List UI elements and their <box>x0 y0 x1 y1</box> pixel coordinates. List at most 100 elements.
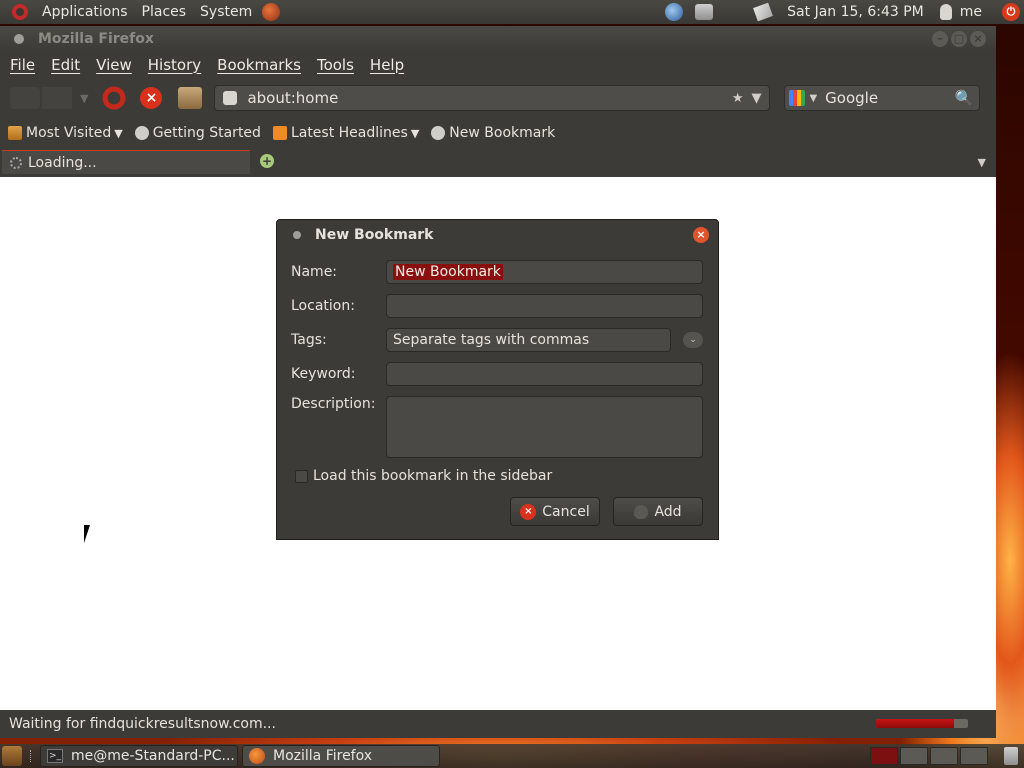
mail-indicator-icon[interactable] <box>753 2 774 22</box>
star-icon[interactable]: ★ <box>732 91 744 106</box>
user-menu[interactable]: me <box>960 4 982 20</box>
clock[interactable]: Sat Jan 15, 6:43 PM <box>787 4 924 20</box>
firefox-icon <box>249 748 265 764</box>
terminal-icon: >_ <box>47 749 63 763</box>
menu-view[interactable]: View <box>96 56 132 74</box>
name-field[interactable]: New Bookmark <box>386 260 703 284</box>
stop-button[interactable]: × <box>140 87 163 109</box>
tab-strip: Loading... + ▼ <box>0 148 996 174</box>
folder-icon <box>8 126 22 140</box>
url-text[interactable]: about:home <box>247 89 338 107</box>
menu-tools[interactable]: Tools <box>317 56 354 74</box>
bookmark-most-visited[interactable]: Most Visited ▼ <box>8 125 123 141</box>
tags-field[interactable]: Separate tags with commas <box>386 328 671 352</box>
taskbar-firefox[interactable]: Mozilla Firefox <box>242 745 440 767</box>
rss-icon <box>272 126 287 140</box>
window-controls: – □ × <box>932 30 986 47</box>
cancel-button-label: Cancel <box>542 503 590 520</box>
cancel-button[interactable]: × Cancel <box>510 497 600 526</box>
location-field[interactable] <box>386 294 703 318</box>
add-icon <box>634 504 649 519</box>
status-bar: Waiting for findquickresultsnow.com... <box>0 710 996 737</box>
dialog-title: New Bookmark <box>315 227 434 243</box>
workspace-3[interactable] <box>930 747 958 765</box>
menu-help[interactable]: Help <box>370 56 404 74</box>
sidebar-checkbox-label[interactable]: Load this bookmark in the sidebar <box>313 468 552 484</box>
description-label: Description: <box>291 396 376 412</box>
panel-handle[interactable] <box>30 750 32 762</box>
dialog-menu-icon[interactable] <box>293 231 301 239</box>
workspace-4[interactable] <box>960 747 988 765</box>
window-menu-icon[interactable] <box>14 33 24 44</box>
url-bar[interactable]: about:home ★ ▼ <box>214 85 771 111</box>
description-field[interactable] <box>386 396 703 458</box>
search-icon[interactable]: 🔍 <box>955 89 974 107</box>
bookmark-getting-started[interactable]: Getting Started <box>134 125 261 141</box>
workspace-2[interactable] <box>900 747 928 765</box>
trash-icon[interactable] <box>1004 747 1018 765</box>
search-engine-label[interactable]: Google <box>825 89 878 107</box>
mouse-cursor-icon <box>84 525 96 543</box>
tags-field-placeholder[interactable]: Separate tags with commas <box>393 332 589 348</box>
new-tab-icon[interactable]: + <box>260 154 274 168</box>
tags-label: Tags: <box>291 332 327 348</box>
workspace-1[interactable] <box>870 747 898 765</box>
sidebar-option[interactable]: Load this bookmark in the sidebar <box>295 468 552 484</box>
maximize-icon[interactable]: □ <box>951 30 967 47</box>
menu-applications[interactable]: Applications <box>42 4 128 20</box>
name-field-value[interactable]: New Bookmark <box>393 264 503 280</box>
menu-system[interactable]: System <box>200 4 252 20</box>
google-icon[interactable] <box>789 90 806 106</box>
url-dropdown-icon[interactable]: ▼ <box>751 91 761 106</box>
history-dropdown-icon[interactable]: ▼ <box>80 92 88 105</box>
reload-button[interactable] <box>102 86 127 110</box>
minimize-icon[interactable]: – <box>932 30 948 47</box>
navigation-toolbar: ▼ × about:home ★ ▼ ▼ Google 🔍 <box>0 78 996 118</box>
name-row: Name: New Bookmark <box>291 260 703 284</box>
status-text: Waiting for findquickresultsnow.com... <box>9 715 276 732</box>
power-icon[interactable]: ⏻ <box>1002 3 1020 21</box>
new-bookmark-dialog: New Bookmark × Name: New Bookmark Locati… <box>276 219 719 540</box>
task-label: me@me-Standard-PC... <box>71 748 235 764</box>
network-icon[interactable] <box>695 4 714 20</box>
bookmark-latest-headlines[interactable]: Latest Headlines ▼ <box>272 125 420 141</box>
home-button[interactable] <box>178 87 203 109</box>
search-bar[interactable]: ▼ Google 🔍 <box>784 85 981 111</box>
menu-file[interactable]: File <box>10 56 35 74</box>
bookmark-new-bookmark[interactable]: New Bookmark <box>431 125 555 141</box>
loading-spinner-icon <box>10 156 22 169</box>
menu-history[interactable]: History <box>148 56 201 74</box>
menu-bookmarks[interactable]: Bookmarks <box>217 56 301 74</box>
close-icon[interactable]: × <box>970 30 986 47</box>
location-label: Location: <box>291 298 355 314</box>
site-identity-icon[interactable] <box>223 91 238 105</box>
bookmarks-toolbar: Most Visited ▼ Getting Started Latest He… <box>0 118 996 148</box>
taskbar-terminal[interactable]: >_ me@me-Standard-PC... <box>40 745 238 767</box>
sidebar-checkbox[interactable] <box>295 469 308 483</box>
menu-places[interactable]: Places <box>142 4 187 20</box>
show-desktop-icon[interactable] <box>2 746 22 766</box>
tab-loading[interactable]: Loading... <box>2 150 250 174</box>
network-globe-icon[interactable] <box>665 3 684 21</box>
dropdown-arrow-icon: ▼ <box>410 126 420 140</box>
dialog-titlebar[interactable]: New Bookmark × <box>277 220 718 250</box>
bookmark-label: Latest Headlines <box>290 125 408 141</box>
panel-tray: Sat Jan 15, 6:43 PM me ⏻ <box>665 2 1024 22</box>
back-button[interactable] <box>10 87 40 109</box>
menu-edit[interactable]: Edit <box>51 56 80 74</box>
tab-list-dropdown-icon[interactable]: ▼ <box>978 156 986 169</box>
keyword-label: Keyword: <box>291 366 356 382</box>
add-button[interactable]: Add <box>613 497 703 526</box>
forward-button[interactable] <box>42 87 72 109</box>
search-engine-dropdown-icon[interactable]: ▼ <box>809 93 817 104</box>
url-bar-actions: ★ ▼ <box>732 91 762 106</box>
close-icon[interactable]: × <box>693 227 709 243</box>
window-titlebar[interactable]: Mozilla Firefox – □ × <box>0 26 996 51</box>
bottom-panel: >_ me@me-Standard-PC... Mozilla Firefox <box>0 744 1024 768</box>
ubuntu-logo-icon[interactable] <box>12 4 28 20</box>
workspace-switcher <box>870 747 988 765</box>
lightbulb-icon[interactable] <box>939 4 952 20</box>
tags-expander-icon[interactable]: ⌄ <box>683 332 703 348</box>
keyword-field[interactable] <box>386 362 703 386</box>
firefox-launcher-icon[interactable] <box>262 3 281 21</box>
